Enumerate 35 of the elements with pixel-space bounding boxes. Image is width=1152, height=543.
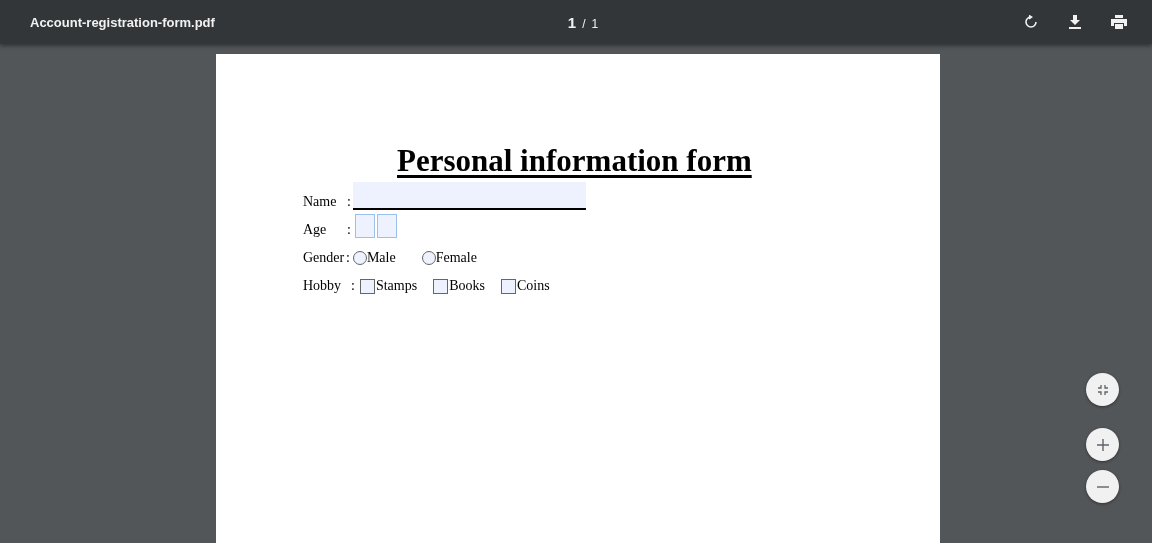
colon: : [347,194,351,210]
minus-icon [1096,485,1109,488]
page-separator: / [582,16,586,31]
option-label: Coins [516,278,550,294]
print-icon [1111,15,1127,29]
fit-page-button[interactable] [1086,373,1119,406]
checkbox[interactable] [433,278,449,294]
form-title: Personal information form [397,142,752,180]
option-label: Books [449,278,485,294]
radio-button[interactable] [421,251,436,265]
zoom-out-button[interactable] [1086,470,1119,503]
age-digit-field[interactable] [354,214,375,238]
checkbox[interactable] [359,278,375,294]
colon: : [346,250,350,266]
file-name: Account-registration-form.pdf [30,14,216,30]
plus-icon [1096,438,1109,451]
name-field[interactable] [352,182,586,210]
option-label: Stamps [375,278,418,294]
colon: : [351,278,355,294]
field-label: Age [303,222,328,238]
field-label: Name [303,194,338,210]
field-label: Gender [303,250,346,266]
rotate-icon [1024,15,1038,29]
option-label: Male [366,250,396,266]
radio-button[interactable] [352,251,367,265]
zoom-in-button[interactable] [1086,428,1119,461]
colon: : [347,222,351,238]
download-icon [1069,15,1081,29]
checkbox[interactable] [500,278,516,294]
field-label: Hobby [303,278,343,294]
total-pages: 1 [591,16,599,31]
age-digit-field[interactable] [376,214,397,238]
option-label: Female [435,250,477,266]
collapse-icon [1096,383,1109,396]
current-page[interactable]: 1 [567,13,577,31]
